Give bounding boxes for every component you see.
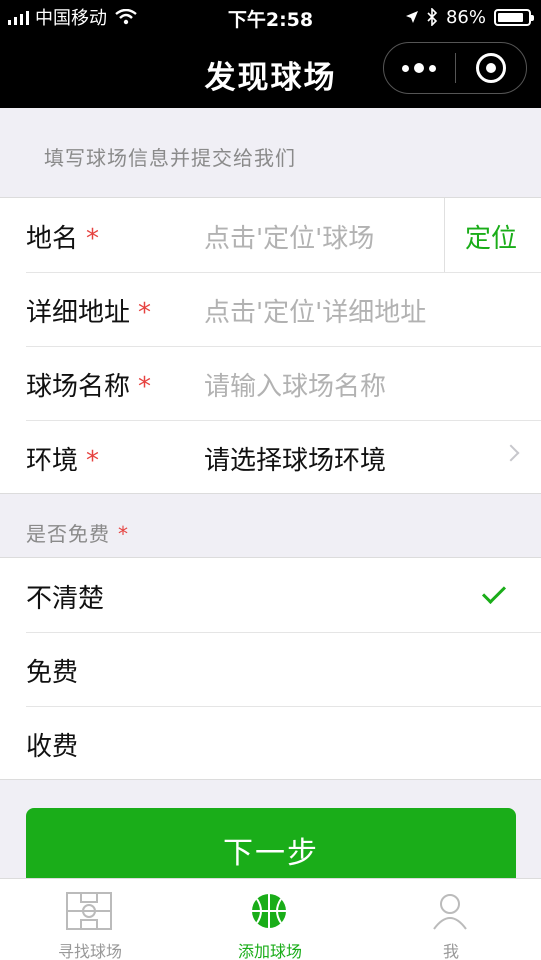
more-button[interactable]: [384, 43, 455, 93]
navigation-bar: 发现球场: [0, 34, 541, 108]
status-right: 86%: [405, 6, 534, 28]
tab-find-court[interactable]: 寻找球场: [0, 879, 180, 960]
chevron-right-icon: [502, 444, 520, 462]
bluetooth-icon: [427, 8, 438, 26]
tab-add-court[interactable]: 添加球场: [180, 879, 360, 960]
checkmark-icon: [481, 579, 507, 605]
address-input[interactable]: 点击'定位'详细地址: [204, 292, 426, 329]
place-name-row: 地名 * 点击'定位'球场 定位: [0, 198, 541, 272]
mini-program-capsule: [383, 42, 527, 94]
close-ring-icon: [475, 53, 506, 83]
option-paid[interactable]: 收费: [0, 706, 541, 780]
court-name-row: 球场名称 * 请输入球场名称: [0, 346, 541, 420]
place-name-input[interactable]: 点击'定位'球场: [204, 218, 374, 255]
court-name-label: 球场名称 *: [26, 372, 152, 402]
tab-label: 添加球场: [237, 942, 302, 960]
option-free[interactable]: 免费: [0, 632, 541, 706]
location-arrow-icon: [405, 11, 418, 23]
tab-bar: 寻找球场 添加球场 我: [0, 878, 541, 960]
court-name-input[interactable]: 请输入球场名称: [204, 366, 386, 403]
address-label: 详细地址 *: [26, 298, 152, 328]
battery-fill: [498, 12, 523, 22]
basketball-icon: [252, 894, 286, 928]
option-unknown[interactable]: 不清楚: [0, 558, 541, 632]
close-button[interactable]: [456, 43, 527, 93]
court-info-form: 地名 * 点击'定位'球场 定位 详细地址 * 点击'定位'详细地址 球场名称 * 请…: [0, 197, 541, 494]
form-hint: 填写球场信息并提交给我们: [44, 146, 296, 170]
option-label: 不清楚: [26, 584, 105, 614]
environment-label: 环境 *: [26, 446, 100, 476]
person-icon: [433, 894, 467, 930]
address-row: 详细地址 * 点击'定位'详细地址: [0, 272, 541, 346]
place-name-label: 地名 *: [26, 224, 100, 254]
environment-row[interactable]: 环境 * 请选择球场环境: [0, 420, 541, 494]
battery-percent: 86%: [445, 6, 486, 28]
free-options-group: 不清楚 免费 收费: [0, 557, 541, 780]
environment-picker[interactable]: 请选择球场环境: [204, 440, 386, 477]
tab-label: 我: [442, 942, 459, 960]
court-icon: [66, 892, 112, 930]
tab-label: 寻找球场: [57, 942, 122, 960]
option-label: 免费: [26, 658, 79, 688]
free-section-title: 是否免费 *: [26, 522, 129, 546]
locate-divider: [444, 198, 445, 272]
battery-icon: [494, 8, 534, 26]
locate-button[interactable]: 定位: [465, 218, 517, 255]
status-bar: 中国移动 下午2:58 86%: [0, 0, 541, 34]
option-label: 收费: [26, 732, 79, 762]
tab-me[interactable]: 我: [361, 879, 541, 960]
